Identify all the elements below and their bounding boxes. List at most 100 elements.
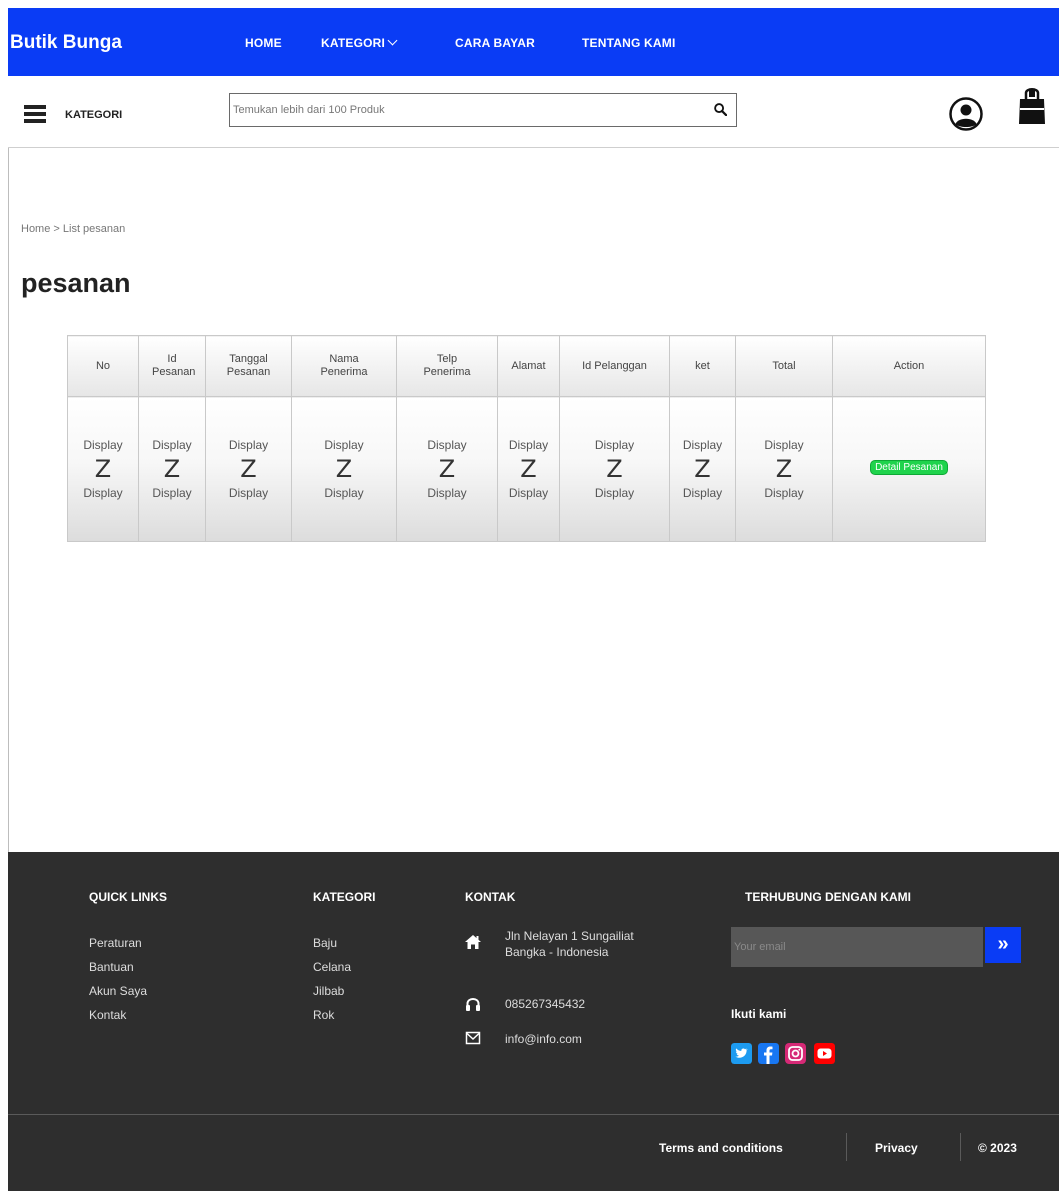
detail-pesanan-button[interactable]: Detail Pesanan [870,460,948,475]
footer-kontak-heading: KONTAK [465,890,516,904]
orders-table: No Id Pesanan Tanggal Pesanan Nama Pener… [67,335,986,542]
cell-display-bottom: Display [324,486,364,500]
contact-address: Jln Nelayan 1 Sungailiat Bangka - Indone… [505,928,634,960]
footer-link-akun-saya[interactable]: Akun Saya [89,979,147,1003]
column-header-total: Total [735,335,833,397]
search-icon[interactable] [714,103,727,116]
column-header-tanggal-pesanan: Tanggal Pesanan [205,335,292,397]
footer: QUICK LINKS Peraturan Bantuan Akun Saya … [8,852,1059,1191]
top-navbar: Butik Bunga HOME KATEGORI CARA BAYAR TEN… [8,8,1059,76]
newsletter-submit-button[interactable]: » [985,927,1021,963]
cell-placeholder: Z [163,455,181,483]
footer-quick-links-heading: QUICK LINKS [89,890,167,904]
envelope-icon [465,1031,481,1045]
cell-ket: Display Z Display [669,396,736,542]
nav-tentang-kami[interactable]: TENTANG KAMI [582,36,676,50]
category-menu-label[interactable]: KATEGORI [65,109,122,121]
cell-placeholder: Z [335,455,353,483]
cell-telp-penerima: Display Z Display [396,396,498,542]
cell-placeholder: Z [775,455,793,483]
cell-display-bottom: Display [228,486,269,500]
facebook-icon[interactable] [758,1043,779,1064]
cell-placeholder: Z [694,455,711,483]
cell-id-pelanggan: Display Z Display [559,396,670,542]
cell-display-top: Display [324,438,364,452]
column-header-nama-penerima: Nama Penerima [291,335,397,397]
column-header-id-pelanggan: Id Pelanggan [559,335,670,397]
cell-display-top: Display [83,438,123,452]
cell-nama-penerima: Display Z Display [291,396,397,542]
newsletter-email-box [731,927,983,967]
footer-quick-links-list: Peraturan Bantuan Akun Saya Kontak [89,931,147,1027]
newsletter-email-input[interactable] [731,927,981,967]
cell-display-bottom: Display [83,486,123,500]
cell-placeholder: Z [606,455,623,483]
footer-separator [846,1133,847,1161]
footer-link-jilbab[interactable]: Jilbab [313,979,351,1003]
breadcrumb[interactable]: Home > List pesanan [21,223,125,235]
contact-phone[interactable]: 085267345432 [505,996,585,1012]
column-header-label: Id Pesanan [152,353,196,378]
cell-display-bottom: Display [682,486,723,500]
cell-placeholder: Z [520,455,537,483]
column-header-no: No [67,335,139,397]
search-input[interactable] [230,94,680,126]
cell-display-top: Display [508,438,549,452]
follow-us-label: Ikuti kami [731,1007,787,1021]
brand-logo[interactable]: Butik Bunga [10,32,122,54]
column-header-label: Telp Penerima [423,353,471,378]
cell-tanggal-pesanan: Display Z Display [205,396,292,542]
footer-connect-heading: TERHUBUNG DENGAN KAMI [745,890,911,904]
footer-link-baju[interactable]: Baju [313,931,351,955]
contact-email[interactable]: info@info.com [505,1031,582,1047]
cell-alamat: Display Z Display [497,396,560,542]
twitter-icon[interactable] [731,1043,752,1064]
content-left-border [8,148,9,852]
footer-divider [8,1114,1059,1115]
chevron-down-icon [387,35,398,46]
cell-display-top: Display [594,438,635,452]
cell-display-top: Display [228,438,269,452]
column-header-id-pesanan: Id Pesanan [138,335,206,397]
footer-separator [960,1133,961,1161]
home-icon [465,935,481,949]
double-chevron-right-icon: » [997,933,1009,955]
column-header-ket: ket [669,335,736,397]
cell-display-top: Display [682,438,723,452]
instagram-icon[interactable] [785,1043,806,1064]
cell-no: Display Z Display [67,396,139,542]
privacy-link[interactable]: Privacy [875,1141,918,1155]
cell-placeholder: Z [240,455,257,483]
table-row: Display Z Display Display Z Display Display Z… [67,396,986,542]
footer-link-celana[interactable]: Celana [313,955,351,979]
user-account-icon[interactable] [949,97,983,131]
cell-id-pesanan: Display Z Display [138,396,206,542]
cell-total: Display Z Display [735,396,833,542]
youtube-icon[interactable] [814,1043,835,1064]
cell-placeholder: Z [94,455,112,483]
nav-home[interactable]: HOME [245,36,282,50]
cell-display-bottom: Display [594,486,635,500]
footer-link-peraturan[interactable]: Peraturan [89,931,147,955]
cell-action: Detail Pesanan [832,396,986,542]
search-bar-row: KATEGORI [8,76,1059,148]
cell-display-top: Display [427,438,467,452]
headphones-icon [466,998,480,1011]
hamburger-menu-icon[interactable] [24,105,46,123]
copyright-text: © 2023 [978,1141,1017,1155]
cell-display-bottom: Display [764,486,804,500]
nav-kategori-label: KATEGORI [321,36,386,50]
nav-kategori[interactable]: KATEGORI [321,35,398,50]
search-box [229,93,737,127]
cell-placeholder: Z [438,455,456,483]
nav-cara-bayar[interactable]: CARA BAYAR [455,36,535,50]
column-header-label: Tanggal Pesanan [226,353,271,378]
terms-link[interactable]: Terms and conditions [659,1141,783,1155]
cell-display-bottom: Display [152,486,192,500]
footer-link-bantuan[interactable]: Bantuan [89,955,147,979]
footer-link-rok[interactable]: Rok [313,1003,351,1027]
shopping-bag-icon[interactable] [1018,85,1046,125]
footer-kategori-list: Baju Celana Jilbab Rok [313,931,351,1027]
footer-link-kontak[interactable]: Kontak [89,1003,147,1027]
table-header-row: No Id Pesanan Tanggal Pesanan Nama Pener… [67,335,986,397]
